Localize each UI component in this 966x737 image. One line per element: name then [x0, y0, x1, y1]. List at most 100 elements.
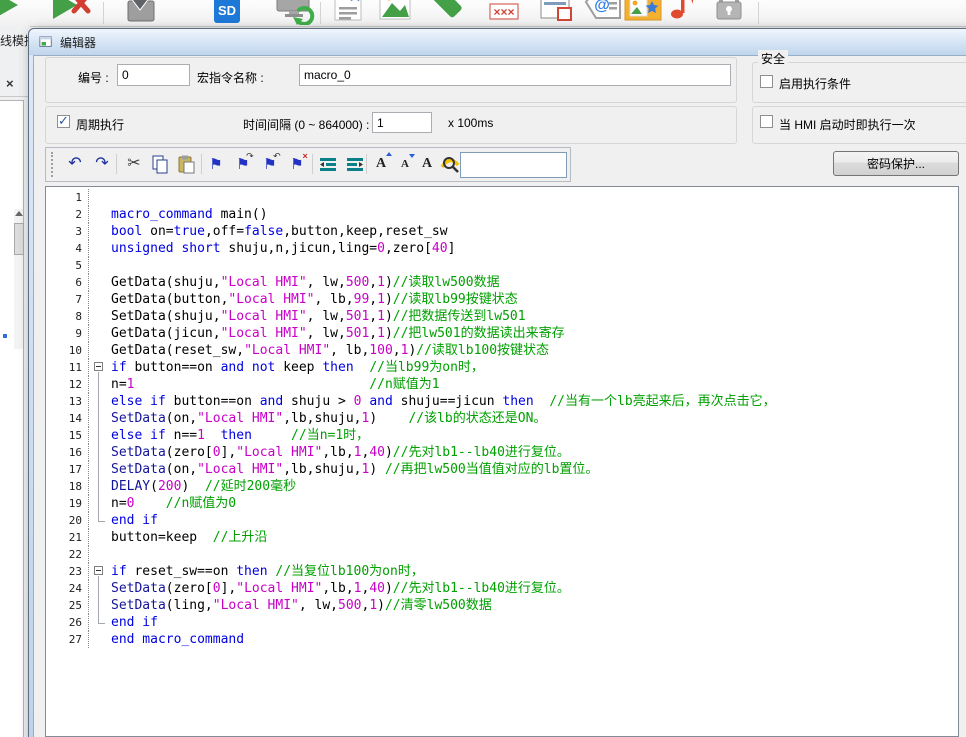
code-text[interactable]: DELAY(200) //延时200毫秒 [109, 478, 958, 495]
code-text[interactable]: GetData(shuju,"Local HMI", lw,500,1)//读取… [109, 274, 958, 291]
code-text[interactable]: button=keep //上升沿 [109, 529, 958, 546]
svg-text:SD: SD [218, 3, 236, 18]
undo-icon[interactable]: ↶ [63, 152, 87, 176]
code-line: 21 button=keep //上升沿 [46, 529, 958, 546]
number-input[interactable] [117, 64, 190, 86]
code-text[interactable]: if button==on and not keep then //当lb99为… [109, 359, 958, 376]
code-text[interactable]: GetData(button,"Local HMI", lb,99,1)//读取… [109, 291, 958, 308]
code-text[interactable]: n=0 //n赋值为0 [109, 495, 958, 512]
fold-gutter [89, 512, 109, 529]
panel-close-icon[interactable]: × [6, 76, 14, 91]
outdent-icon[interactable] [316, 152, 340, 176]
code-text[interactable]: SetData(on,"Local HMI",lb,shuju,1) //该lb… [109, 410, 958, 427]
code-text[interactable]: else if n==1 then //当n=1时， [109, 427, 958, 444]
code-text[interactable]: SetData(on,"Local HMI",lb,shuju,1) //再把l… [109, 461, 958, 478]
macro-name-input[interactable] [299, 64, 731, 86]
code-text[interactable]: SetData(zero[0],"Local HMI",lb,1,40)//先对… [109, 580, 958, 597]
fold-marker[interactable] [89, 359, 109, 376]
line-number: 8 [46, 308, 89, 325]
code-text[interactable]: else if button==on and shuju > 0 and shu… [109, 393, 958, 410]
font-increase-icon[interactable]: A [369, 152, 393, 176]
top-toolbar: SD abC××× @ [0, 0, 966, 27]
code-line: 26end if [46, 614, 958, 631]
toolbar-grip[interactable] [51, 152, 53, 177]
code-text[interactable]: SetData(shuju,"Local HMI", lw,501,1)//把数… [109, 308, 958, 325]
next-bookmark-icon[interactable]: ⚑↷ [231, 152, 255, 176]
screen-refresh-icon[interactable] [272, 0, 316, 25]
copy-icon[interactable] [148, 152, 172, 176]
code-line: 25SetData(ling,"Local HMI", lw,500,1)//清… [46, 597, 958, 614]
font-decrease-icon[interactable]: A [393, 152, 417, 176]
code-line: 7GetData(button,"Local HMI", lb,99,1)//读… [46, 291, 958, 308]
redo-icon[interactable]: ↷ [90, 152, 114, 176]
fold-gutter [89, 240, 109, 257]
interval-input[interactable] [372, 112, 432, 133]
background-partial-label: 线模拟 [0, 32, 28, 49]
code-text[interactable]: end if [109, 512, 958, 529]
code-text[interactable]: SetData(zero[0],"Local HMI",lb,1,40)//先对… [109, 444, 958, 461]
fold-gutter [89, 444, 109, 461]
line-number: 21 [46, 529, 89, 546]
gallery-star-icon[interactable] [328, 0, 372, 25]
code-text[interactable]: SetData(ling,"Local HMI", lw,500,1)//清零l… [109, 597, 958, 614]
startup-checkbox[interactable] [760, 115, 773, 128]
fold-marker[interactable] [89, 563, 109, 580]
toggle-bookmark-icon[interactable]: ⚑ [204, 152, 228, 176]
find-icon[interactable] [438, 152, 462, 176]
enable-condition-checkbox[interactable] [760, 75, 773, 88]
fold-gutter [89, 546, 109, 563]
password-protect-button[interactable]: 密码保护... [833, 151, 959, 176]
fold-gutter [89, 461, 109, 478]
line-number: 18 [46, 478, 89, 495]
stop-simulation-icon[interactable] [48, 0, 92, 25]
code-text[interactable] [109, 257, 958, 274]
code-editor[interactable]: 12macro_command main()3bool on=true,off=… [45, 186, 959, 737]
scroll-up-icon[interactable] [15, 211, 23, 216]
svg-text:@: @ [594, 0, 610, 14]
fold-gutter [89, 376, 109, 393]
code-text[interactable]: GetData(jicun,"Local HMI", lw,501,1)//把l… [109, 325, 958, 342]
lock-icon[interactable] [707, 0, 751, 25]
background-panel: 线模拟 × [0, 26, 30, 737]
tag-icon[interactable] [426, 0, 470, 25]
code-text[interactable]: bool on=true,off=false,button,keep,reset… [109, 223, 958, 240]
code-text[interactable]: end if [109, 614, 958, 631]
spell-check-icon[interactable]: abC××× [483, 0, 527, 25]
address-tag-icon[interactable]: @ [581, 0, 625, 25]
paste-icon[interactable] [174, 152, 198, 176]
indent-icon[interactable] [343, 152, 367, 176]
code-line: 23if reset_sw==on then //当复位lb100为on时， [46, 563, 958, 580]
line-number: 5 [46, 257, 89, 274]
download-icon[interactable] [120, 0, 164, 25]
line-number: 3 [46, 223, 89, 240]
sound-icon[interactable] [661, 0, 705, 25]
line-number: 14 [46, 410, 89, 427]
code-text[interactable] [109, 189, 958, 206]
code-text[interactable]: GetData(reset_sw,"Local HMI", lb,100,1)/… [109, 342, 958, 359]
code-text[interactable]: if reset_sw==on then //当复位lb100为on时， [109, 563, 958, 580]
font-icon[interactable]: A [415, 152, 439, 176]
run-icon[interactable] [0, 0, 24, 25]
fold-gutter [89, 342, 109, 359]
code-text[interactable]: n=1 //n赋值为1 [109, 376, 958, 393]
scroll-thumb[interactable] [14, 223, 24, 255]
scrollbar[interactable] [14, 209, 23, 349]
periodic-label: 周期执行 [76, 116, 124, 133]
code-text[interactable]: end macro_command [109, 631, 958, 648]
fold-gutter [89, 427, 109, 444]
dialog-titlebar[interactable]: 编辑器 [29, 29, 966, 55]
cut-icon[interactable]: ✂ [122, 152, 146, 176]
search-input[interactable] [460, 152, 567, 178]
sd-card-icon[interactable]: SD [205, 0, 249, 25]
media-folder-icon[interactable] [621, 0, 665, 25]
data-table-icon[interactable] [534, 0, 578, 25]
code-text[interactable] [109, 546, 958, 563]
code-text[interactable]: macro_command main() [109, 206, 958, 223]
code-line: 22 [46, 546, 958, 563]
periodic-checkbox[interactable] [57, 115, 70, 128]
code-text[interactable]: unsigned short shuju,n,jicun,ling=0,zero… [109, 240, 958, 257]
gallery-icon[interactable] [374, 0, 418, 25]
prev-bookmark-icon[interactable]: ⚑↶ [258, 152, 282, 176]
clear-bookmarks-icon[interactable]: ⚑× [285, 152, 309, 176]
fold-gutter [89, 410, 109, 427]
